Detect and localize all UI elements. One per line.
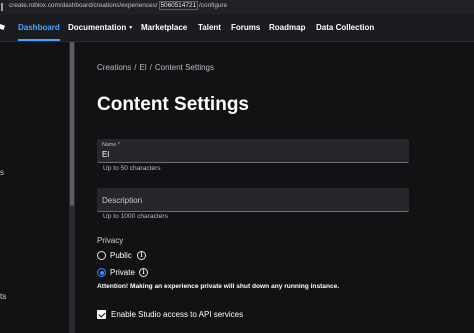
left-sidebar bbox=[0, 42, 70, 333]
privacy-label: Privacy bbox=[97, 236, 124, 245]
url-prefix: create.roblox.com/dashboard/creations/ex… bbox=[9, 2, 158, 9]
nav-data-collection[interactable]: Data Collection bbox=[316, 23, 374, 32]
sidebar-item-fragment[interactable]: ts bbox=[0, 292, 6, 301]
nav-talent[interactable]: Talent bbox=[198, 23, 221, 32]
privacy-warning: Attention! Making an experience private … bbox=[97, 283, 340, 290]
nav-forums[interactable]: Forums bbox=[231, 23, 260, 32]
info-icon[interactable]: i bbox=[137, 251, 146, 260]
site-info-icon[interactable] bbox=[1, 3, 5, 11]
public-radio[interactable] bbox=[97, 251, 106, 260]
url-experience-id: 5060514721 bbox=[158, 1, 199, 10]
sidebar-item-fragment[interactable]: s bbox=[0, 168, 4, 177]
sidebar-scroll-thumb[interactable] bbox=[70, 42, 74, 206]
description-helper-text: Up to 1000 characters bbox=[103, 213, 168, 220]
public-radio-label[interactable]: Public bbox=[110, 251, 132, 260]
description-field[interactable]: Description bbox=[97, 188, 409, 212]
chevron-down-icon: ▼ bbox=[128, 24, 134, 31]
url-text[interactable]: create.roblox.com/dashboard/creations/ex… bbox=[9, 1, 228, 10]
nav-roadmap[interactable]: Roadmap bbox=[269, 23, 305, 32]
breadcrumb-separator: / bbox=[149, 63, 152, 72]
browser-address-bar[interactable]: create.roblox.com/dashboard/creations/ex… bbox=[0, 0, 474, 14]
breadcrumb: Creations / El / Content Settings bbox=[97, 63, 217, 72]
name-field-label: Name * bbox=[102, 142, 120, 148]
info-icon[interactable]: i bbox=[139, 268, 148, 277]
name-field-value[interactable]: El bbox=[102, 150, 109, 159]
private-radio[interactable] bbox=[97, 268, 106, 277]
breadcrumb-experience[interactable]: El bbox=[139, 63, 146, 72]
private-radio-label[interactable]: Private bbox=[110, 268, 135, 277]
active-tab-indicator bbox=[18, 39, 60, 41]
api-access-label[interactable]: Enable Studio access to API services bbox=[111, 310, 243, 319]
breadcrumb-separator: / bbox=[134, 63, 137, 72]
nav-dashboard[interactable]: Dashboard bbox=[18, 23, 60, 32]
nav-documentation[interactable]: Documentation ▼ bbox=[68, 23, 133, 32]
name-field[interactable]: Name * El bbox=[97, 139, 409, 163]
api-access-checkbox[interactable] bbox=[97, 310, 106, 319]
description-placeholder: Description bbox=[102, 196, 143, 205]
nav-marketplace[interactable]: Marketplace bbox=[141, 23, 187, 32]
page-title: Content Settings bbox=[97, 94, 249, 115]
breadcrumb-current: Content Settings bbox=[154, 63, 214, 72]
name-helper-text: Up to 50 characters bbox=[103, 165, 161, 172]
breadcrumb-creations[interactable]: Creations bbox=[97, 63, 131, 72]
url-suffix: /configure bbox=[199, 2, 228, 9]
nav-documentation-label: Documentation bbox=[68, 23, 127, 32]
